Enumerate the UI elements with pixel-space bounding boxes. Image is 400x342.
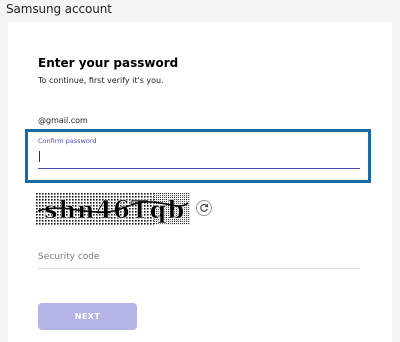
password-input[interactable]	[38, 148, 360, 169]
captcha-text: shn46Tqb	[44, 195, 185, 224]
captcha-image: shn46Tqb	[36, 193, 190, 225]
text-caret	[39, 151, 40, 162]
password-label: Confirm password	[38, 137, 97, 145]
page-heading: Enter your password	[38, 56, 179, 70]
account-email: @gmail.com	[38, 116, 88, 125]
captcha-refresh-button[interactable]	[196, 200, 212, 216]
next-button[interactable]: NEXT	[38, 303, 137, 330]
app-title: Samsung account	[6, 2, 112, 16]
refresh-icon	[200, 203, 209, 212]
captcha-graphic: shn46Tqb	[36, 193, 190, 225]
page-subtext: To continue, first verify it's you.	[38, 76, 164, 85]
security-code-input[interactable]	[38, 246, 360, 269]
